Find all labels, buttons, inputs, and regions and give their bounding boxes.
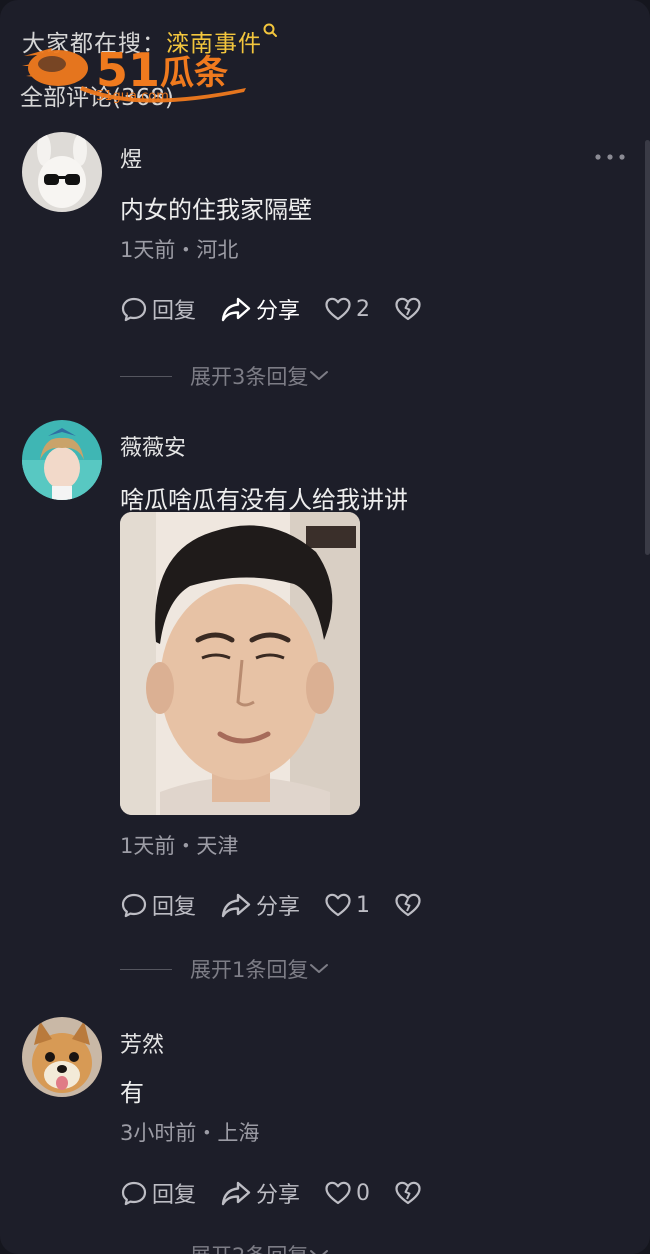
broken-heart-icon	[395, 1181, 421, 1205]
comment-meta: 3小时前・上海	[120, 1121, 260, 1145]
dislike-button[interactable]	[394, 295, 426, 323]
chevron-down-icon	[310, 371, 329, 380]
like-button[interactable]: 0	[324, 1179, 370, 1207]
username[interactable]: 煜	[120, 142, 142, 174]
expand-label: 展开3条回复	[190, 365, 309, 389]
username[interactable]: 薇薇安	[120, 430, 186, 462]
comment-text: 内女的住我家隔壁	[120, 196, 312, 224]
like-button[interactable]: 1	[324, 891, 370, 919]
comment-meta: 1天前・河北	[120, 238, 239, 262]
comment-image[interactable]	[120, 512, 360, 815]
dislike-button[interactable]	[394, 891, 426, 919]
comment-text: 啥瓜啥瓜有没有人给我讲讲	[120, 486, 408, 514]
share-button[interactable]: 分享	[220, 889, 300, 921]
scrollbar[interactable]	[645, 140, 650, 555]
share-button[interactable]: 分享	[220, 293, 300, 325]
comment-meta: 1天前・天津	[120, 834, 239, 858]
more-options-icon[interactable]	[594, 152, 626, 162]
comment-actions: 回复 分享 0	[120, 1176, 450, 1210]
expand-label: 展开1条回复	[190, 958, 309, 982]
chevron-down-icon	[310, 964, 329, 973]
reply-label: 回复	[152, 299, 197, 324]
like-count: 0	[356, 1180, 371, 1206]
broken-heart-icon	[395, 893, 421, 917]
comment-actions: 回复 分享 2	[120, 292, 450, 326]
reply-icon	[121, 297, 147, 322]
comment-text: 有	[120, 1079, 144, 1107]
like-count: 2	[356, 296, 371, 322]
heart-icon	[325, 297, 351, 321]
share-label: 分享	[256, 1183, 301, 1208]
site-logo: 51 瓜条 51gua.com	[22, 43, 246, 104]
expand-replies[interactable]: 展开1条回复	[120, 954, 330, 984]
reply-icon	[121, 893, 147, 918]
reply-button[interactable]: 回复	[120, 1177, 196, 1209]
like-count: 1	[356, 892, 371, 918]
reply-icon	[121, 1181, 147, 1206]
svg-text:51gua.com: 51gua.com	[96, 89, 169, 104]
comment-actions: 回复 分享 1	[120, 888, 450, 922]
svg-text:瓜条: 瓜条	[160, 53, 228, 93]
avatar[interactable]	[22, 1017, 102, 1097]
search-icon[interactable]	[262, 22, 278, 38]
share-label: 分享	[256, 895, 301, 920]
comments-panel: 大家都在搜：滦南事件 全部评论(368) 51 瓜条 51gua.com 煜 内…	[0, 0, 650, 1254]
expand-replies[interactable]: 展开3条回复	[120, 361, 330, 391]
avatar[interactable]	[22, 132, 102, 212]
share-button[interactable]: 分享	[220, 1177, 300, 1209]
reply-button[interactable]: 回复	[120, 889, 196, 921]
heart-icon	[325, 893, 351, 917]
divider	[120, 968, 172, 970]
reply-button[interactable]: 回复	[120, 293, 196, 325]
expand-label: 展开2条回复	[190, 1240, 308, 1254]
share-icon	[221, 893, 251, 918]
reply-label: 回复	[152, 1183, 197, 1208]
divider	[120, 375, 172, 377]
avatar[interactable]	[22, 420, 102, 500]
dislike-button[interactable]	[394, 1179, 426, 1207]
share-label: 分享	[256, 299, 301, 324]
broken-heart-icon	[395, 297, 421, 321]
reply-label: 回复	[152, 895, 197, 920]
username[interactable]: 芳然	[120, 1027, 164, 1059]
heart-icon	[325, 1181, 351, 1205]
expand-replies[interactable]: 展开2条回复	[120, 1240, 330, 1254]
chevron-down-icon	[310, 1250, 329, 1254]
share-icon	[221, 1181, 251, 1206]
share-icon	[221, 297, 251, 322]
like-button[interactable]: 2	[324, 295, 370, 323]
